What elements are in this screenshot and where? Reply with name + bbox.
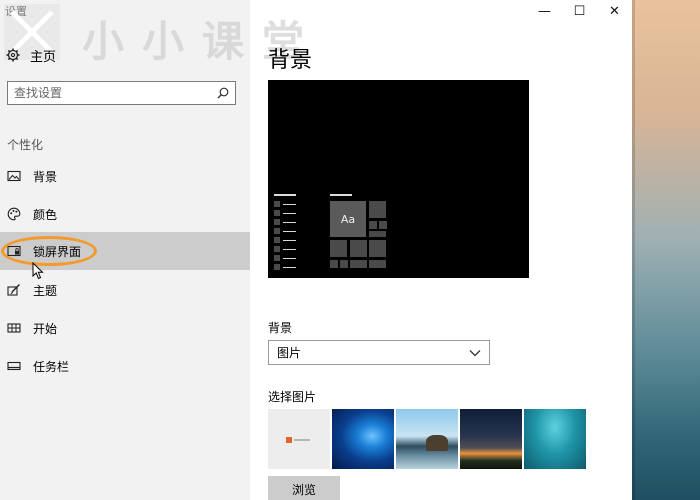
preview-tile — [340, 260, 348, 268]
preview-app-line — [283, 204, 296, 205]
preview-tile — [369, 240, 386, 257]
lock-screen-preview: Aa — [268, 80, 529, 278]
preview-bar — [330, 194, 352, 196]
preview-tile — [350, 240, 367, 257]
sidebar-item-taskbar[interactable]: 任务栏 — [0, 347, 250, 385]
picture-thumbnails — [268, 409, 586, 469]
preview-tile — [369, 260, 386, 268]
preview-tile — [350, 260, 367, 268]
preview-app-icon — [274, 210, 280, 216]
sidebar-item-label: 锁屏界面 — [33, 244, 82, 259]
preview-app-icon — [274, 237, 280, 243]
search-box[interactable] — [7, 81, 236, 105]
preview-bar — [274, 194, 296, 196]
mouse-cursor-icon — [32, 262, 44, 280]
browse-button[interactable]: 浏览 — [268, 476, 340, 500]
preview-tile — [369, 231, 386, 237]
preview-app-icon — [274, 246, 280, 252]
desktop-wallpaper — [632, 0, 700, 500]
thumbnail-logo-icon — [286, 437, 292, 443]
preview-app-icon — [274, 201, 280, 207]
window-title: 设置 — [5, 5, 27, 18]
gear-icon — [6, 48, 20, 62]
minimize-button[interactable]: — — [527, 0, 562, 22]
preview-app-line — [283, 249, 296, 250]
preview-tile — [330, 240, 347, 257]
close-button[interactable]: ✕ — [597, 0, 632, 22]
sidebar-item-label: 颜色 — [33, 207, 58, 222]
preview-app-icon — [274, 255, 280, 261]
settings-window: 设置 小小课堂 主页 查找设置 个性化 背景 颜色 锁屏界面 主题 开始 任务栏… — [0, 0, 632, 500]
sidebar-item-colors[interactable]: 颜色 — [0, 195, 250, 233]
thumbnail-picture-3[interactable] — [396, 409, 458, 469]
sidebar-item-label: 开始 — [33, 321, 58, 336]
taskbar-icon — [7, 361, 21, 371]
background-label: 背景 — [268, 321, 293, 335]
preview-app-line — [283, 240, 296, 241]
group-label-personalization: 个性化 — [7, 138, 44, 152]
sidebar-item-label: 背景 — [33, 169, 58, 184]
maximize-button[interactable]: ☐ — [562, 0, 597, 22]
lock-screen-icon — [7, 245, 21, 257]
sidebar-item-label: 主题 — [33, 283, 58, 298]
caption-buttons: — ☐ ✕ — [527, 0, 632, 22]
preview-app-line — [283, 213, 296, 214]
preview-app-icon — [274, 264, 280, 270]
preview-app-icon — [274, 219, 280, 225]
preview-tile — [379, 221, 387, 229]
page-title: 背景 — [268, 48, 313, 73]
search-icon[interactable] — [217, 87, 229, 99]
search-input[interactable] — [14, 86, 204, 100]
palette-icon — [7, 207, 21, 221]
preview-app-line — [283, 267, 296, 268]
home-link[interactable]: 主页 — [6, 44, 56, 66]
background-select[interactable]: 图片 — [268, 340, 490, 365]
thumbnail-picture-1[interactable] — [268, 409, 330, 469]
sidebar: 设置 小小课堂 主页 查找设置 个性化 背景 颜色 锁屏界面 主题 开始 任务栏 — [0, 0, 304, 500]
sidebar-item-start[interactable]: 开始 — [0, 309, 250, 347]
preview-tile — [369, 221, 377, 229]
start-grid-icon — [7, 323, 21, 333]
preview-app-line — [283, 222, 296, 223]
preview-app-line — [283, 258, 296, 259]
choose-picture-label: 选择图片 — [268, 390, 317, 404]
sidebar-item-background[interactable]: 背景 — [0, 157, 250, 195]
brush-icon — [7, 284, 20, 296]
thumbnail-picture-2[interactable] — [332, 409, 394, 469]
preview-tile — [369, 201, 386, 218]
background-select-value: 图片 — [277, 346, 302, 360]
thumbnail-picture-4[interactable] — [460, 409, 522, 469]
preview-app-line — [283, 231, 296, 232]
picture-icon — [7, 170, 21, 182]
sidebar-item-label: 任务栏 — [33, 359, 70, 374]
chevron-down-icon — [469, 349, 481, 356]
preview-tile — [330, 260, 338, 268]
thumbnail-picture-5[interactable] — [524, 409, 586, 469]
preview-app-icon — [274, 228, 280, 234]
home-label: 主页 — [30, 49, 57, 65]
preview-tile-aa: Aa — [330, 201, 366, 237]
